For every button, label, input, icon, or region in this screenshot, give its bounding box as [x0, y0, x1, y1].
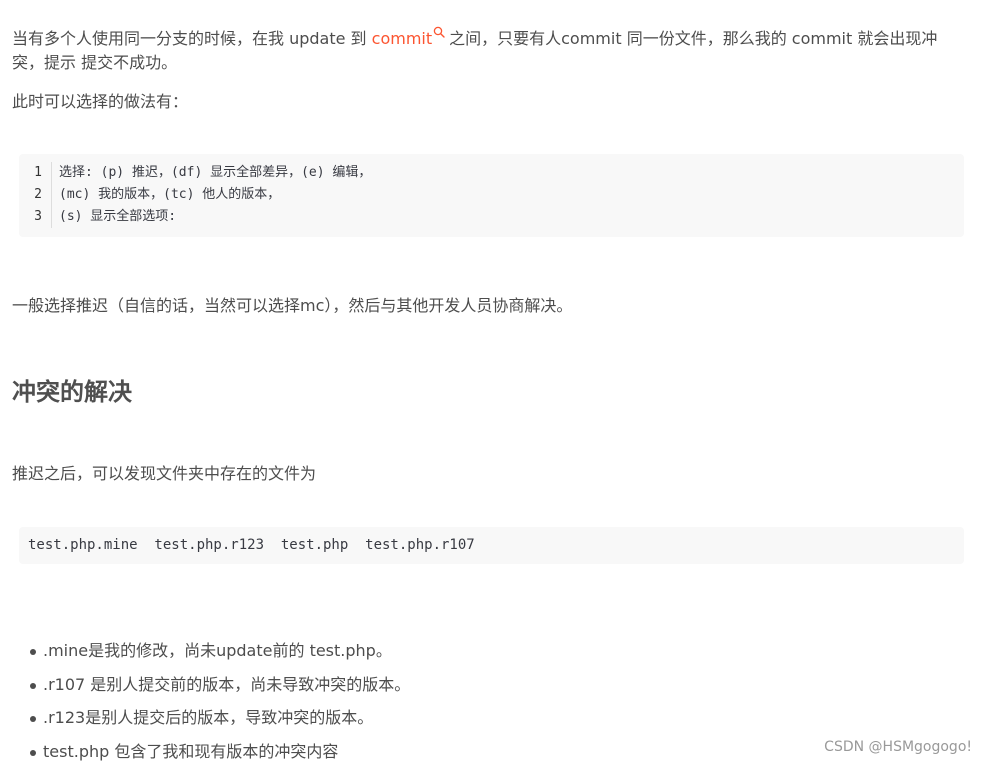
bullet: [30, 716, 36, 722]
line-numbers: 1 2 3: [19, 162, 52, 228]
bullet: [30, 750, 36, 756]
intro-text-before: 当有多个人使用同一分支的时候，在我 update 到: [12, 29, 372, 48]
code-line: 选择: (p) 推迟，(df) 显示全部差异，(e) 编辑，: [59, 162, 371, 184]
list-item: .r107 是别人提交前的版本，尚未导致冲突的版本。: [12, 672, 410, 706]
line-number: 1: [19, 162, 51, 184]
csdn-watermark: CSDN @HSMgogogo!: [824, 737, 972, 757]
code-line: (s) 显示全部选项:: [59, 206, 371, 228]
section-heading: 冲突的解决: [12, 374, 132, 410]
list-item-text: .r107 是别人提交前的版本，尚未导致冲突的版本。: [43, 675, 410, 694]
code-block-files: test.php.mine test.php.r123 test.php tes…: [19, 527, 964, 564]
list-item: .mine是我的修改，尚未update前的 test.php。: [12, 638, 410, 672]
intro-paragraph: 当有多个人使用同一分支的时候，在我 update 到 commit之间，只要有人…: [12, 26, 962, 75]
after-postpone-text: 推迟之后，可以发现文件夹中存在的文件为: [12, 462, 316, 486]
list-item: test.php 包含了我和现有版本的冲突内容: [12, 739, 410, 772]
postpone-advice: 一般选择推迟（自信的话，当然可以选择mc），然后与其他开发人员协商解决。: [12, 294, 572, 318]
file-explanation-list: .mine是我的修改，尚未update前的 test.php。 .r107 是别…: [12, 638, 410, 772]
list-item-text: .r123是别人提交后的版本，导致冲突的版本。: [43, 708, 373, 727]
line-number: 3: [19, 206, 51, 228]
bullet: [30, 649, 36, 655]
search-icon[interactable]: [433, 26, 445, 38]
line-number: 2: [19, 184, 51, 206]
list-item-text: test.php 包含了我和现有版本的冲突内容: [43, 742, 338, 761]
list-item-text: .mine是我的修改，尚未update前的 test.php。: [43, 641, 392, 660]
list-item: .r123是别人提交后的版本，导致冲突的版本。: [12, 705, 410, 739]
code-line: (mc) 我的版本，(tc) 他人的版本，: [59, 184, 371, 206]
bullet: [30, 683, 36, 689]
code-block-options: 1 2 3 选择: (p) 推迟，(df) 显示全部差异，(e) 编辑， (mc…: [19, 154, 964, 237]
commit-link[interactable]: commit: [372, 29, 432, 48]
code-line: test.php.mine test.php.r123 test.php tes…: [28, 534, 475, 556]
code-content: 选择: (p) 推迟，(df) 显示全部差异，(e) 编辑， (mc) 我的版本…: [59, 162, 371, 228]
options-intro: 此时可以选择的做法有：: [12, 90, 188, 114]
